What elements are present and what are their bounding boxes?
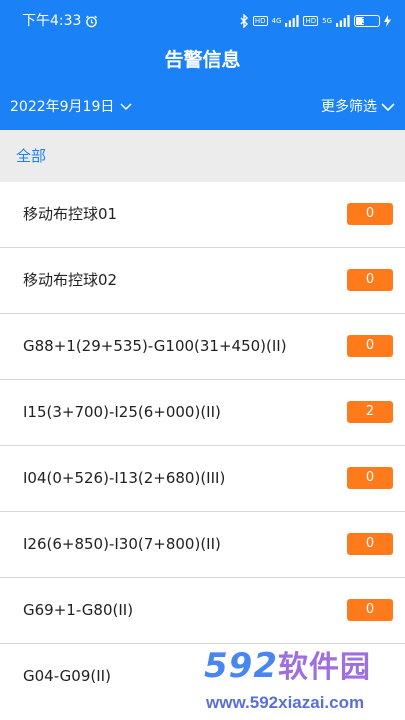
alarm-icon [86,15,98,27]
signal-icon [336,15,350,27]
battery-level-text: 35 [361,16,373,26]
list-item-label: G04-G09(II) [23,667,111,685]
charging-icon [384,15,391,27]
page-title: 告警信息 [164,49,241,71]
bluetooth-icon [240,14,248,28]
list-item[interactable]: G88+1(29+535)-G100(31+450)(II) 0 [0,314,405,380]
status-time-group: 下午4:33 [22,12,98,30]
network-label: 4G [271,16,282,25]
list-item-label: I04(0+526)-I13(2+680)(III) [23,469,226,487]
alarm-count-badge: 0 [347,269,393,291]
alarm-list: 移动布控球01 0 移动布控球02 0 G88+1(29+535)-G100(3… [0,182,405,709]
watermark-number: 592 [204,646,278,686]
alarm-count-badge: 0 [347,203,393,225]
list-item-label: I15(3+700)-I25(6+000)(II) [23,403,221,421]
list-item[interactable]: 移动布控球02 0 [0,248,405,314]
filter-all-tab[interactable]: 全部 [16,146,46,166]
alarm-count-badge: 0 [347,599,393,621]
category-filter-bar: 全部 [0,130,405,182]
alarm-count-badge: 0 [347,335,393,357]
more-filter-label: 更多筛选 [321,99,377,115]
list-item-label: 移动布控球01 [23,205,118,223]
hd-icon: HD [252,16,268,26]
signal-icon [285,15,300,27]
status-icons: HD 4G HD 5G 35 [240,12,391,30]
list-item[interactable]: G69+1-G80(II) 0 [0,578,405,644]
watermark-text: 软件园 [277,650,371,685]
chevron-down-icon [120,103,132,111]
battery-icon: 35 [354,15,380,27]
watermark-url: www.592xiazai.com [206,693,365,712]
date-filter-label: 2022年9月19日 [10,99,115,115]
list-item-label: 移动布控球02 [23,271,118,289]
hd-icon: HD [303,16,319,26]
alarm-count-badge: 0 [347,467,393,489]
watermark-brand: 592软件园 [204,646,371,688]
list-item[interactable]: I15(3+700)-I25(6+000)(II) 2 [0,380,405,446]
alarm-count-badge: 2 [347,401,393,423]
list-item-label: I26(6+850)-I30(7+800)(II) [23,535,221,553]
more-filter-button[interactable]: 更多筛选 [321,97,395,117]
list-item[interactable]: I04(0+526)-I13(2+680)(III) 0 [0,446,405,512]
list-item[interactable]: 移动布控球01 0 [0,182,405,248]
status-bar: 下午4:33 HD 4G HD 5G 35 [0,0,405,42]
network-label: 5G [322,16,332,25]
app-header: 下午4:33 HD 4G HD 5G 35 告警信息 2022年9月19日 更多… [0,0,405,130]
list-item-label: G69+1-G80(II) [23,601,134,619]
status-time: 下午4:33 [22,13,82,29]
watermark-logo: 592软件园 www.592xiazai.com [200,646,405,720]
list-item-label: G88+1(29+535)-G100(31+450)(II) [23,337,287,355]
date-filter-dropdown[interactable]: 2022年9月19日 [10,97,132,117]
alarm-count-badge: 0 [347,533,393,555]
list-item[interactable]: I26(6+850)-I30(7+800)(II) 0 [0,512,405,578]
chevron-down-icon [381,102,395,111]
